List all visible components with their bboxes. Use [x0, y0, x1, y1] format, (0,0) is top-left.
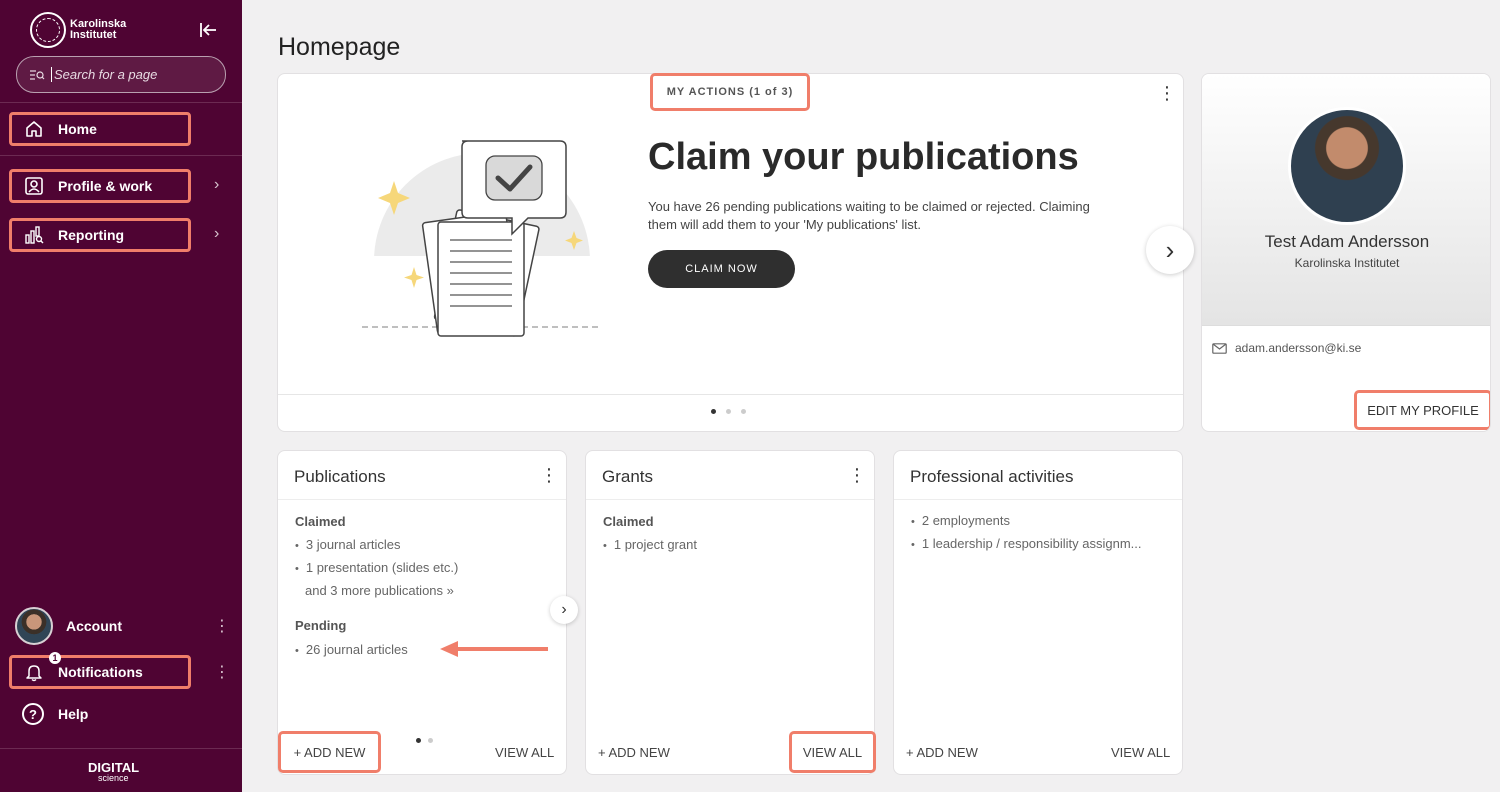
pager-dot[interactable] [428, 738, 433, 743]
search-input[interactable]: Search for a page [16, 56, 226, 93]
more-publications-link[interactable]: and 3 more publications » [305, 583, 454, 598]
chevron-right-icon[interactable]: › [214, 225, 219, 243]
logo-text: Karolinska Institutet [70, 18, 127, 41]
profile-name: Test Adam Andersson [1264, 232, 1430, 251]
claim-illustration [362, 140, 602, 356]
sidebar-item-label: Profile & work [58, 178, 153, 194]
account-label: Account [66, 618, 122, 634]
chevron-right-icon: › [1165, 234, 1175, 265]
search-placeholder: Search for a page [51, 67, 157, 82]
card-more-icon[interactable]: ⋮ [848, 466, 866, 484]
sidebar-divider [0, 155, 242, 156]
card-more-icon[interactable]: ⋮ [540, 466, 558, 484]
card-divider [278, 499, 566, 500]
next-action-button[interactable]: › [1146, 226, 1194, 274]
sidebar-item-label: Notifications [58, 664, 143, 680]
bell-icon [26, 665, 42, 682]
list-item[interactable]: 3 journal articles [295, 537, 401, 552]
hero-description: You have 26 pending publications waiting… [648, 199, 1090, 232]
profile-avatar [1288, 107, 1406, 225]
chevron-right-icon[interactable]: › [214, 176, 219, 194]
help-label: Help [58, 706, 89, 722]
sidebar-item-home[interactable]: Home [9, 112, 191, 146]
claimed-heading: Claimed [603, 514, 654, 529]
sidebar: Karolinska Institutet Search for a page … [0, 0, 242, 792]
profile-icon [25, 177, 43, 195]
digital-science-logo: DIGITAL science [88, 761, 139, 784]
pending-heading: Pending [295, 618, 347, 633]
add-new-activity-button[interactable]: + ADD NEW [906, 745, 978, 760]
home-icon [26, 121, 42, 137]
sidebar-divider [0, 102, 242, 103]
list-item[interactable]: 1 presentation (slides etc.) [295, 560, 458, 575]
add-new-grant-button[interactable]: + ADD NEW [598, 745, 670, 760]
card-divider [586, 499, 874, 500]
sidebar-item-notifications[interactable]: 1 Notifications [9, 652, 191, 689]
mail-icon [1212, 342, 1227, 354]
sidebar-item-label: Reporting [58, 227, 125, 243]
sidebar-divider [0, 748, 242, 749]
view-all-publications-button[interactable]: VIEW ALL [495, 745, 554, 760]
sidebar-item-reporting[interactable]: Reporting [9, 218, 191, 252]
hero-more-icon[interactable]: ⋮ [1158, 84, 1176, 102]
page-title: Homepage [278, 33, 401, 61]
notification-count-badge: 1 [49, 652, 61, 664]
sidebar-item-profile-work[interactable]: Profile & work [9, 169, 191, 203]
list-item[interactable]: 1 leadership / responsibility assignm... [911, 536, 1142, 551]
account-menu[interactable]: Account [15, 607, 122, 645]
karolinska-logo[interactable]: Karolinska Institutet [30, 12, 130, 48]
help-icon: ? [22, 703, 44, 725]
view-all-activities-button[interactable]: VIEW ALL [1111, 745, 1170, 760]
profile-email: adam.andersson@ki.se [1212, 341, 1361, 355]
grants-card: Grants ⋮ Claimed 1 project grant + ADD N… [585, 450, 876, 775]
my-actions-tag: MY ACTIONS (1 of 3) [650, 73, 810, 111]
claimed-heading: Claimed [295, 514, 346, 529]
list-item[interactable]: 1 project grant [603, 537, 697, 552]
card-title: Publications [294, 467, 386, 486]
claim-now-button[interactable]: CLAIM NOW [648, 250, 795, 288]
seal-icon [30, 12, 66, 48]
list-item[interactable]: 2 employments [911, 513, 1010, 528]
edit-my-profile-button[interactable]: EDIT MY PROFILE [1354, 390, 1490, 430]
card-title: Professional activities [910, 467, 1074, 486]
sidebar-item-help[interactable]: ? Help [22, 703, 88, 725]
reporting-icon [25, 226, 44, 244]
sidebar-item-label: Home [58, 121, 97, 137]
list-item[interactable]: 26 journal articles [295, 642, 408, 657]
profile-organization: Karolinska Institutet [1294, 256, 1400, 270]
pager-dot[interactable] [726, 409, 731, 414]
card-next-button[interactable]: › [550, 596, 578, 624]
professional-activities-card: Professional activities 2 employments 1 … [893, 450, 1183, 775]
card-title: Grants [602, 467, 654, 486]
hero-pager [711, 409, 746, 414]
pager-dot[interactable] [741, 409, 746, 414]
add-new-publication-button[interactable]: + ADD NEW [278, 731, 381, 773]
chevron-right-icon: › [561, 601, 567, 618]
card-pager [416, 738, 433, 743]
profile-card: Test Adam Andersson Karolinska Institute… [1201, 73, 1491, 432]
pager-dot[interactable] [711, 409, 716, 414]
pager-dot[interactable] [416, 738, 421, 743]
email-text: adam.andersson@ki.se [1235, 341, 1362, 355]
search-icon [30, 69, 45, 80]
view-all-grants-button[interactable]: VIEW ALL [789, 731, 876, 773]
avatar [15, 607, 53, 645]
hero-title: Claim your publications [648, 136, 1079, 178]
publications-card: Publications ⋮ Claimed 3 journal article… [277, 450, 578, 775]
card-divider [894, 499, 1182, 500]
notifications-more-icon[interactable]: ⋮ [214, 665, 230, 681]
hero-footer-divider [278, 394, 1183, 395]
my-actions-card: MY ACTIONS (1 of 3) ⋮ Claim your publica… [277, 73, 1194, 432]
collapse-sidebar-icon[interactable] [197, 19, 219, 41]
annotation-arrow-icon [440, 641, 548, 657]
account-more-icon[interactable]: ⋮ [214, 619, 230, 635]
